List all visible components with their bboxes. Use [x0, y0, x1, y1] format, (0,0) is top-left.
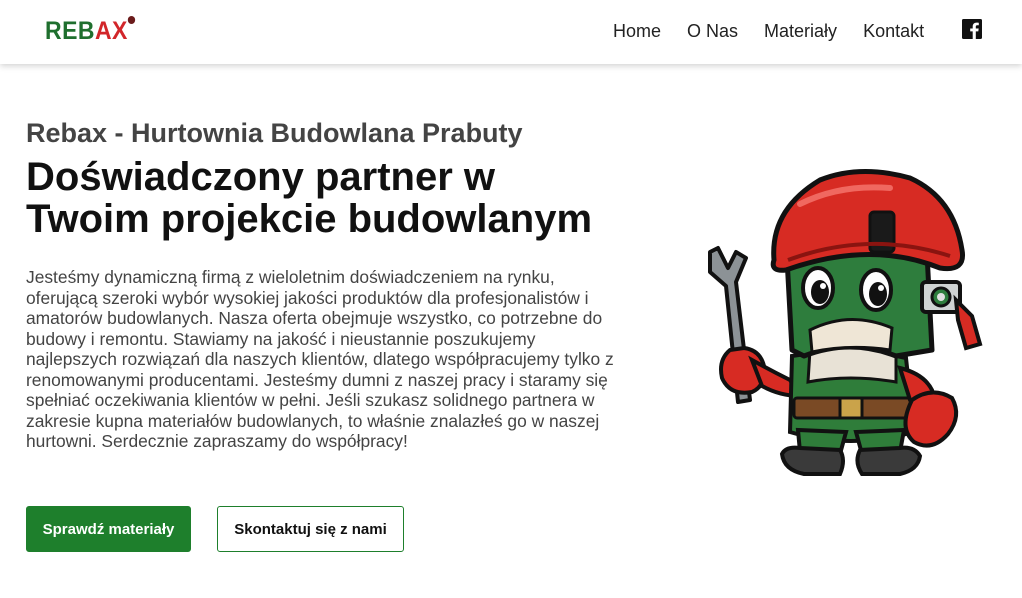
- facebook-icon[interactable]: [962, 19, 982, 39]
- top-navbar: REBAX Home O Nas Materiały Kontakt: [0, 0, 1022, 64]
- contact-us-button[interactable]: Skontaktuj się z nami: [217, 506, 404, 552]
- main-nav: Home O Nas Materiały Kontakt: [613, 20, 950, 42]
- nav-link-o-nas[interactable]: O Nas: [687, 20, 738, 42]
- hero-title: Doświadczony partner w Twoim projekcie b…: [26, 155, 593, 241]
- logo-text-green: REB: [45, 17, 95, 45]
- hero-description: Jesteśmy dynamiczną firmą z wieloletnim …: [26, 267, 614, 451]
- builder-mascot-image: [708, 169, 983, 476]
- nav-link-kontakt[interactable]: Kontakt: [863, 20, 924, 42]
- logo-text-red: AX: [94, 17, 128, 45]
- hero-subtitle: Rebax - Hurtownia Budowlana Prabuty: [26, 118, 523, 148]
- facebook-icon-glyph: [962, 19, 982, 39]
- logo-dot: [127, 16, 136, 24]
- check-materials-button[interactable]: Sprawdź materiały: [26, 506, 191, 552]
- nav-link-materialy[interactable]: Materiały: [764, 20, 837, 42]
- rebax-logo[interactable]: REBAX: [45, 16, 136, 45]
- nav-link-home[interactable]: Home: [613, 20, 661, 42]
